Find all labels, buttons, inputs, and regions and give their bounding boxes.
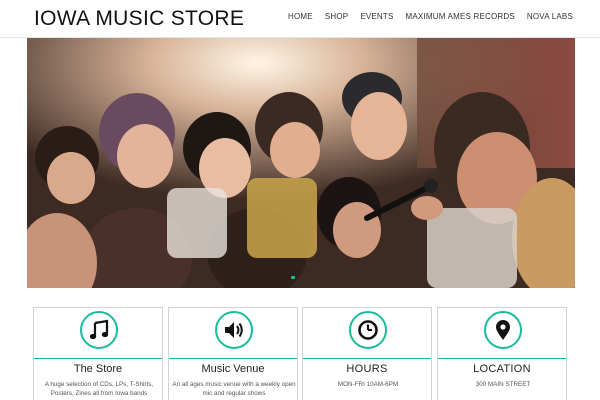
map-pin-icon	[484, 311, 522, 349]
card-icon-area	[438, 308, 566, 359]
card-the-store: The Store A huge selection of CDs, LPs, …	[33, 307, 163, 400]
card-icon-area	[303, 308, 431, 359]
nav-maximum-ames-records[interactable]: MAXIMUM AMES RECORDS	[406, 12, 515, 21]
slider-indicator[interactable]	[291, 276, 295, 279]
nav-nova-labs[interactable]: NOVA LABS	[527, 12, 573, 21]
card-text: 300 MAIN STREET	[475, 381, 531, 388]
card-title: HOURS	[346, 363, 388, 375]
card-icon-area	[169, 308, 297, 359]
card-location: LOCATION 300 MAIN STREET	[437, 307, 567, 400]
nav-home[interactable]: HOME	[288, 12, 313, 21]
main-nav: HOME SHOP EVENTS MAXIMUM AMES RECORDS NO…	[288, 12, 573, 21]
hero-photo	[27, 38, 575, 288]
site-header: IOWA MUSIC STORE HOME SHOP EVENTS MAXIMU…	[0, 0, 600, 38]
site-title-link[interactable]: IOWA MUSIC STORE	[34, 7, 244, 31]
clock-icon	[349, 311, 387, 349]
card-title: Music Venue	[201, 363, 265, 375]
card-hours: HOURS MON-FRI 10AM-6PM	[302, 307, 432, 400]
hero-slider[interactable]	[27, 38, 575, 288]
nav-shop[interactable]: SHOP	[325, 12, 348, 21]
music-note-icon	[80, 311, 118, 349]
card-title: The Store	[73, 363, 123, 375]
feature-cards: The Store A huge selection of CDs, LPs, …	[33, 307, 567, 400]
card-icon-area	[34, 308, 162, 359]
nav-events[interactable]: EVENTS	[360, 12, 393, 21]
card-text: An all ages music venue with a weekly op…	[172, 381, 296, 397]
card-text: A huge selection of CDs, LPs, T-Shirts, …	[44, 381, 154, 397]
card-music-venue: Music Venue An all ages music venue with…	[168, 307, 298, 400]
volume-icon	[215, 311, 253, 349]
card-text: MON-FRI 10AM-6PM	[337, 381, 399, 388]
card-title: LOCATION	[473, 363, 531, 375]
